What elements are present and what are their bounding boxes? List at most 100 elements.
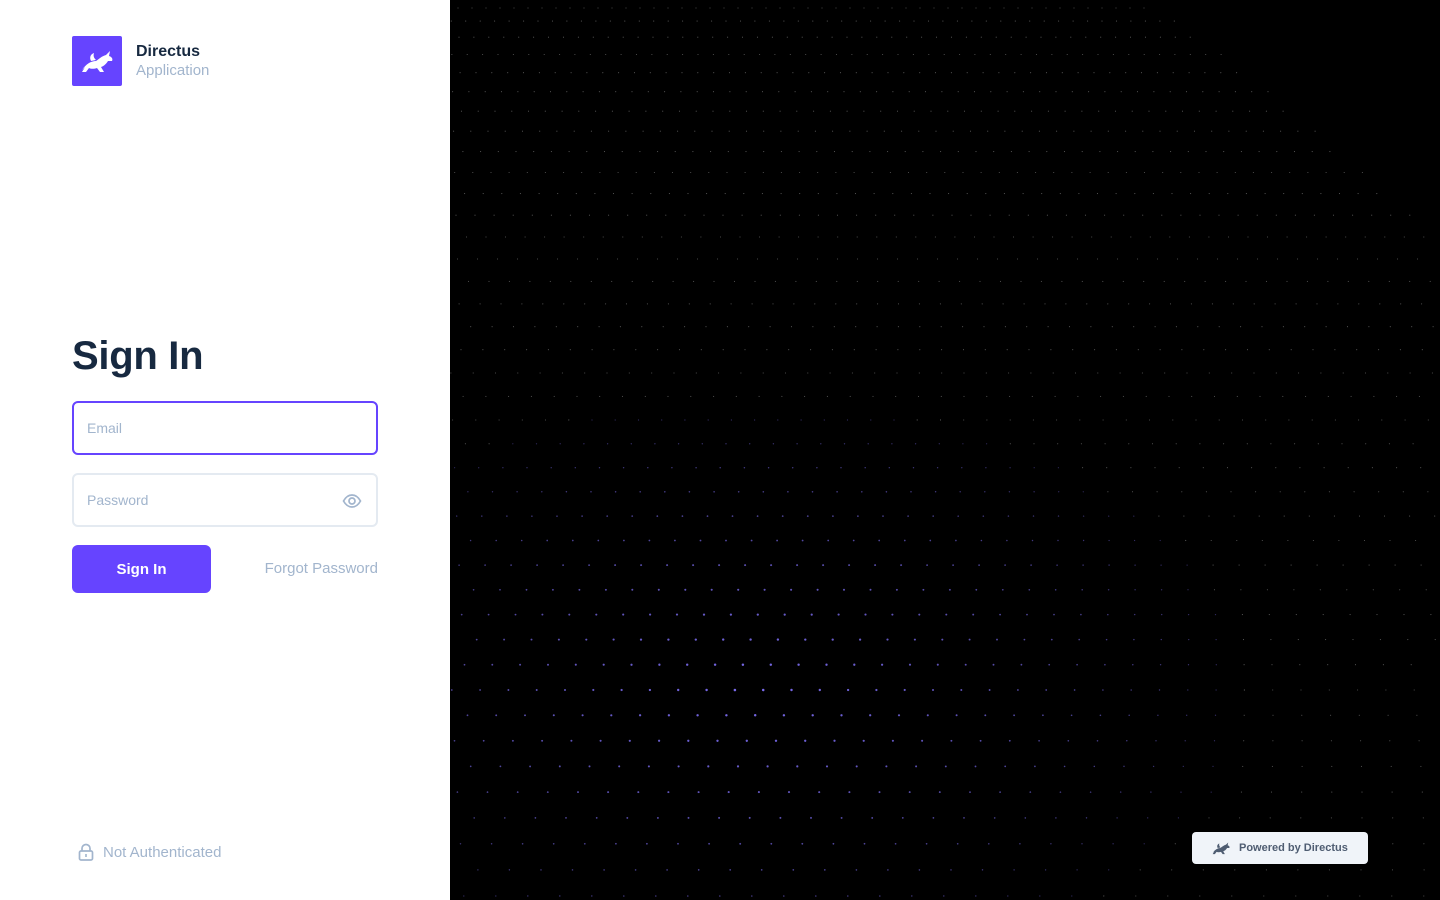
background-dot <box>876 236 878 238</box>
background-dot <box>780 151 782 153</box>
background-dot <box>748 816 751 819</box>
background-dot <box>1040 36 1042 38</box>
background-dot <box>625 7 627 9</box>
background-dot <box>1158 689 1161 691</box>
background-dot <box>640 564 643 567</box>
background-dot <box>1268 614 1270 616</box>
background-dot <box>1053 171 1055 174</box>
background-dot <box>877 303 879 305</box>
background-dot <box>731 515 734 517</box>
background-dot <box>1053 613 1055 616</box>
background-dot <box>1378 349 1380 351</box>
background-dot <box>559 443 561 445</box>
background-dot <box>631 515 634 517</box>
background-dot <box>576 395 578 397</box>
background-dot <box>1142 130 1144 132</box>
background-dot <box>1026 326 1028 328</box>
background-dot <box>1003 7 1005 9</box>
background-dot <box>713 395 715 397</box>
background-dot <box>1090 130 1092 132</box>
background-dot <box>1245 193 1247 195</box>
background-dot <box>677 688 680 692</box>
background-dot <box>1033 467 1035 469</box>
project-name: Directus <box>136 43 201 60</box>
background-dot <box>1298 372 1300 374</box>
background-dot <box>1137 349 1139 351</box>
email-input[interactable] <box>74 403 376 453</box>
background-dot <box>1108 564 1110 566</box>
background-dot <box>892 193 894 195</box>
background-dot <box>774 53 776 56</box>
eye-icon[interactable] <box>342 491 362 511</box>
background-dot <box>859 638 862 641</box>
background-dot <box>544 236 546 238</box>
background-dot <box>646 842 648 845</box>
background-dot <box>826 20 828 22</box>
background-dot <box>1261 539 1263 542</box>
background-dot <box>478 467 480 469</box>
background-dot <box>590 491 592 493</box>
background-dot <box>1266 589 1268 591</box>
background-dot <box>1389 740 1391 742</box>
background-dot <box>603 869 605 871</box>
background-dot <box>672 280 674 282</box>
background-dot <box>749 638 752 641</box>
background-dot <box>682 20 684 22</box>
background-dot <box>1188 72 1190 74</box>
background-dot <box>664 491 666 493</box>
background-dot <box>763 588 766 591</box>
background-dot <box>1391 869 1394 871</box>
auth-status-label: Not Authenticated <box>103 843 222 861</box>
background-dot <box>840 816 843 819</box>
password-input[interactable] <box>74 475 376 525</box>
background-dot <box>918 280 920 282</box>
background-dot <box>1271 171 1273 174</box>
background-dot <box>1265 869 1267 871</box>
background-dot <box>1159 539 1161 542</box>
background-dot <box>893 419 895 421</box>
background-dot <box>756 258 759 260</box>
background-dot <box>939 303 941 305</box>
background-dot <box>735 395 737 397</box>
background-dot <box>1130 467 1132 469</box>
background-dot <box>1181 349 1183 351</box>
background-dot <box>1177 817 1179 819</box>
background-dot <box>696 714 699 717</box>
background-dot <box>979 280 981 282</box>
background-dot <box>1026 613 1028 616</box>
background-dot <box>1415 539 1417 542</box>
background-dot <box>1149 236 1151 238</box>
background-dot <box>1131 491 1134 493</box>
background-dot <box>1242 765 1244 767</box>
background-dot <box>1357 689 1359 691</box>
background-dot <box>1090 326 1092 328</box>
background-dot <box>1077 395 1079 397</box>
powered-by-badge[interactable]: Powered by Directus <box>1192 832 1368 864</box>
background-dot <box>1347 280 1349 282</box>
background-dot <box>1376 614 1378 616</box>
background-dot <box>621 151 623 153</box>
background-dot <box>932 817 935 819</box>
background-dot <box>1225 349 1227 351</box>
background-dot <box>521 843 524 845</box>
forgot-password-link[interactable]: Forgot Password <box>265 560 378 577</box>
background-dot <box>547 36 550 38</box>
background-dot <box>957 515 959 517</box>
background-dot <box>989 7 991 9</box>
background-dot <box>1082 539 1085 542</box>
background-dot <box>831 36 833 38</box>
background-dot <box>1328 491 1330 493</box>
background-dot <box>1150 791 1152 793</box>
background-dot <box>639 7 641 9</box>
background-dot <box>855 20 857 22</box>
background-dot <box>962 171 964 174</box>
sign-in-button[interactable]: Sign In <box>72 545 211 593</box>
background-dot <box>488 36 490 38</box>
background-dot <box>804 739 807 742</box>
background-dot <box>849 395 851 397</box>
background-dot <box>712 53 714 56</box>
background-dot <box>1107 613 1109 616</box>
background-dot <box>1327 280 1329 282</box>
background-dot <box>741 214 743 216</box>
background-dot <box>512 53 514 56</box>
